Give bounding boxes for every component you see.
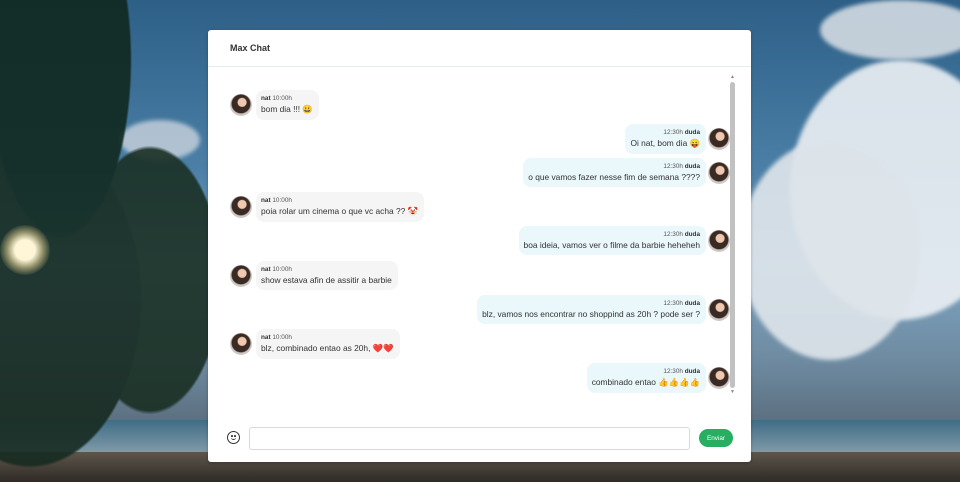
message-bubble: 12:30h duda combinado entao 👍👍👍👍 bbox=[586, 363, 706, 393]
message-author: nat bbox=[261, 95, 271, 102]
message-time: 12:30h bbox=[663, 129, 683, 136]
chat-title: Max Chat bbox=[230, 43, 271, 53]
message-bubble: 12:30h duda blz, vamos nos encontrar no … bbox=[477, 295, 706, 324]
scroll-thumb[interactable] bbox=[730, 82, 735, 388]
avatar bbox=[708, 128, 730, 150]
message-text: o que vamos fazer nesse fim de semana ??… bbox=[528, 172, 700, 182]
message-item: 12:30h duda Oi nat, bom dia 😛 bbox=[625, 124, 730, 154]
message-text: combinado entao 👍👍👍👍 bbox=[591, 377, 700, 387]
message-author: duda bbox=[684, 300, 700, 307]
message-author: nat bbox=[261, 334, 271, 341]
avatar bbox=[230, 94, 252, 116]
message-composer: Enviar bbox=[208, 412, 751, 462]
avatar bbox=[230, 265, 252, 287]
message-bubble: 12:30h duda boa ideia, vamos ver o filme… bbox=[518, 226, 706, 255]
message-text: blz, vamos nos encontrar no shoppind as … bbox=[482, 309, 700, 319]
message-time: 10:00h bbox=[272, 95, 292, 102]
avatar bbox=[708, 299, 730, 321]
avatar bbox=[708, 230, 730, 252]
message-bubble: nat 10:00h bom dia !!! 😀 bbox=[256, 90, 319, 120]
message-text: bom dia !!! 😀 bbox=[261, 104, 313, 114]
message-text: poia rolar um cinema o que vc acha ?? 🤡 bbox=[261, 206, 419, 216]
avatar bbox=[230, 196, 252, 218]
scroll-down-arrow-icon[interactable]: ▼ bbox=[729, 389, 736, 396]
scroll-up-arrow-icon[interactable]: ▲ bbox=[729, 74, 736, 81]
message-time: 10:00h bbox=[272, 266, 292, 273]
message-time: 12:30h bbox=[663, 231, 683, 238]
message-time: 12:30h bbox=[663, 163, 683, 170]
message-bubble: 12:30h duda Oi nat, bom dia 😛 bbox=[625, 124, 706, 154]
message-text: Oi nat, bom dia 😛 bbox=[630, 138, 700, 148]
message-item: 12:30h duda boa ideia, vamos ver o filme… bbox=[518, 226, 730, 255]
chat-window: Max Chat nat 10:00h bom dia !!! 😀 12:30h… bbox=[208, 30, 751, 462]
message-item: 12:30h duda combinado entao 👍👍👍👍 bbox=[586, 363, 730, 393]
message-item: nat 10:00h blz, combinado entao as 20h, … bbox=[230, 329, 400, 359]
message-bubble: 12:30h duda o que vamos fazer nesse fim … bbox=[523, 158, 706, 187]
send-button[interactable]: Enviar bbox=[699, 429, 733, 447]
message-author: duda bbox=[684, 368, 700, 375]
message-time: 10:00h bbox=[272, 197, 292, 204]
message-text: show estava afin de assitir a barbie bbox=[261, 275, 392, 285]
message-bubble: nat 10:00h poia rolar um cinema o que vc… bbox=[256, 192, 425, 222]
message-time: 12:30h bbox=[663, 300, 683, 307]
message-item: nat 10:00h show estava afin de assitir a… bbox=[230, 261, 398, 290]
message-bubble: nat 10:00h show estava afin de assitir a… bbox=[256, 261, 398, 290]
message-time: 10:00h bbox=[272, 334, 292, 341]
message-author: nat bbox=[261, 197, 271, 204]
message-item: 12:30h duda blz, vamos nos encontrar no … bbox=[477, 295, 730, 324]
smiley-icon[interactable] bbox=[227, 431, 240, 444]
avatar bbox=[708, 162, 730, 184]
avatar bbox=[708, 367, 730, 389]
message-text: boa ideia, vamos ver o filme da barbie h… bbox=[523, 240, 700, 250]
avatar bbox=[230, 333, 252, 355]
message-text: blz, combinado entao as 20h, ❤️❤️ bbox=[261, 343, 394, 353]
chat-header: Max Chat bbox=[208, 30, 751, 67]
message-author: duda bbox=[684, 163, 700, 170]
message-item: nat 10:00h bom dia !!! 😀 bbox=[230, 90, 319, 120]
message-scrollbar[interactable]: ▲ ▼ bbox=[729, 74, 736, 396]
message-item: nat 10:00h poia rolar um cinema o que vc… bbox=[230, 192, 425, 222]
message-time: 12:30h bbox=[663, 368, 683, 375]
message-author: nat bbox=[261, 266, 271, 273]
message-author: duda bbox=[684, 231, 700, 238]
message-item: 12:30h duda o que vamos fazer nesse fim … bbox=[523, 158, 730, 187]
message-list[interactable]: nat 10:00h bom dia !!! 😀 12:30h duda Oi … bbox=[226, 74, 736, 396]
message-author: duda bbox=[684, 129, 700, 136]
message-input[interactable] bbox=[249, 427, 690, 450]
message-bubble: nat 10:00h blz, combinado entao as 20h, … bbox=[256, 329, 400, 359]
